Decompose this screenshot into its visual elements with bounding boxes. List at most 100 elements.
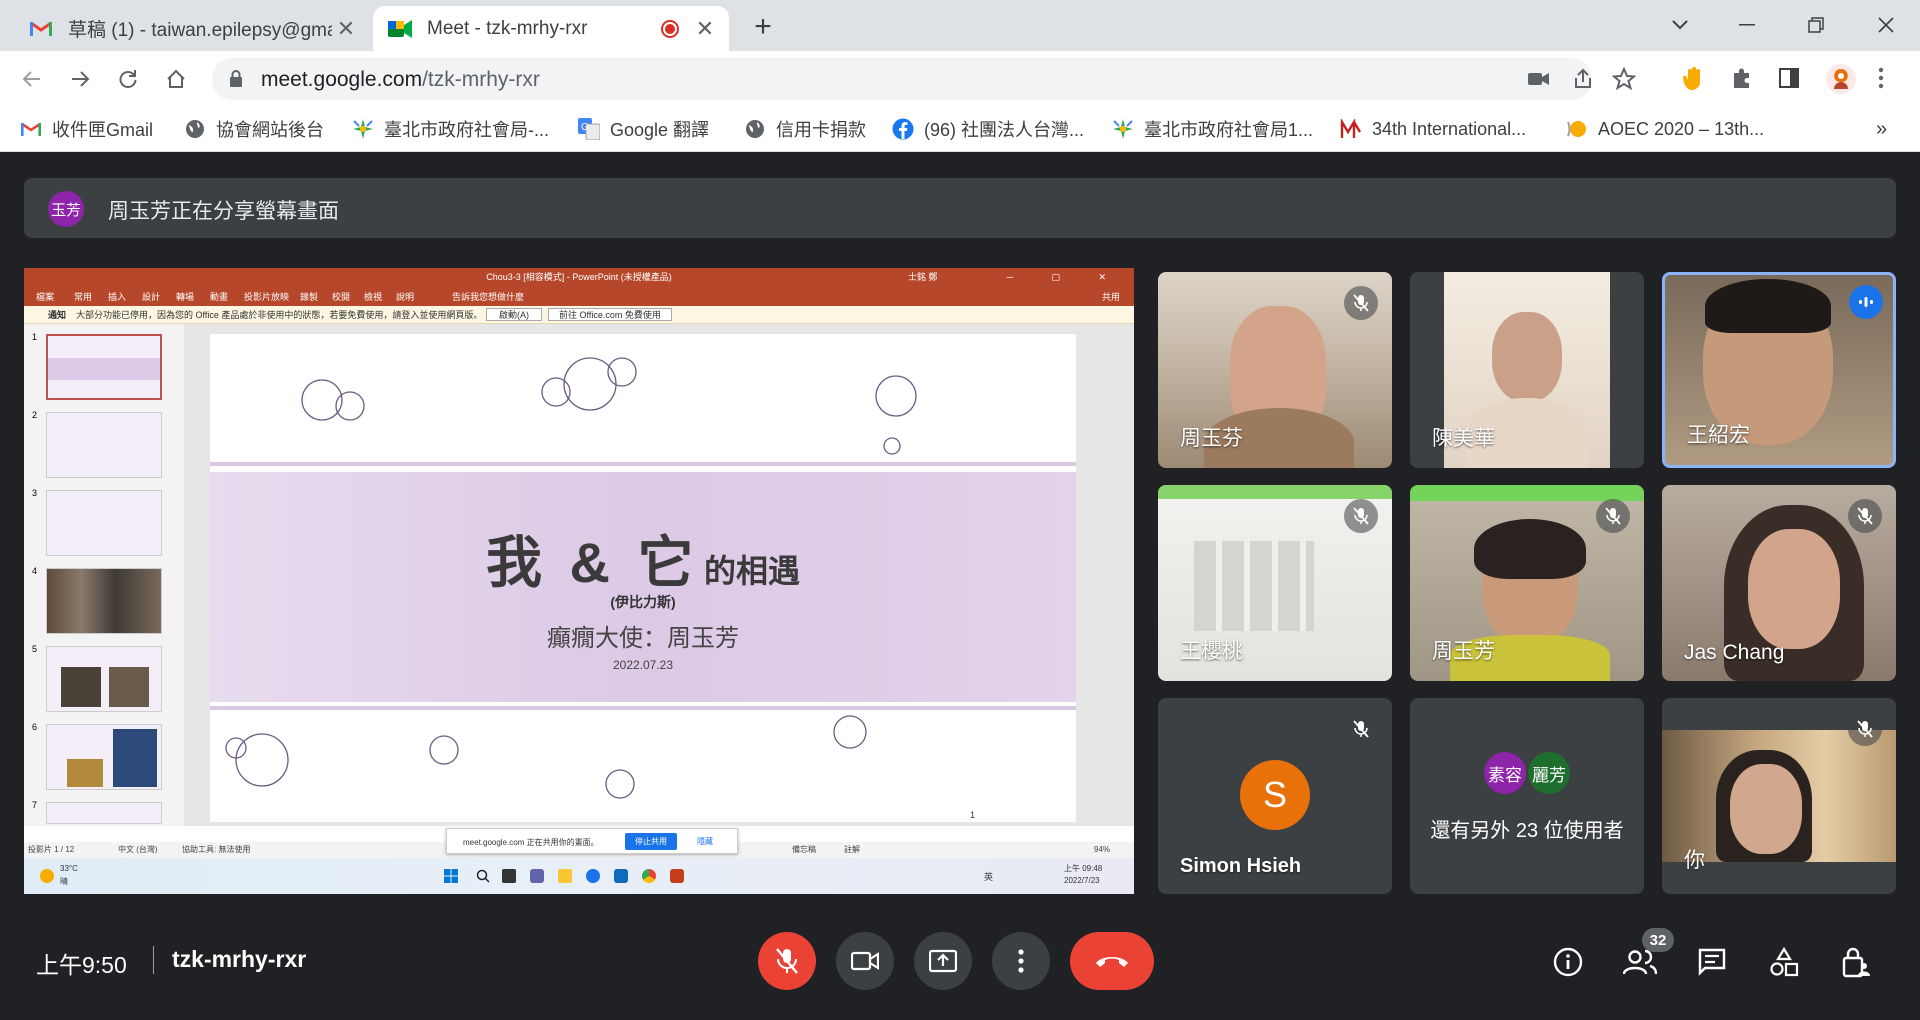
participant-tile[interactable]: S Simon Hsieh (1158, 698, 1392, 894)
presenter-banner: 玉芳 周玉芳正在分享螢幕畫面 (24, 178, 1896, 238)
m-logo-icon (1340, 118, 1362, 140)
pp-window-title: Chou3-3 [相容模式] - PowerPoint (未授權產品) (486, 272, 672, 282)
host-controls-button[interactable] (1836, 942, 1876, 982)
camera-in-use-icon[interactable] (1528, 71, 1550, 87)
side-panel-icon[interactable] (1779, 68, 1799, 88)
hand-extension-icon[interactable] (1682, 66, 1706, 92)
mic-toggle-button[interactable] (758, 932, 816, 990)
close-tab-icon[interactable]: ✕ (332, 15, 360, 43)
avatar: 素容 (1484, 752, 1526, 794)
windows-taskbar: 33°C 晴 英 上午 09:48 2022/7/23 (24, 858, 1134, 894)
camera-toggle-button[interactable] (836, 932, 894, 990)
participant-video (1194, 541, 1314, 631)
ribbon-tab: 常用 (74, 292, 93, 302)
url-text: meet.google.com/tzk-mrhy-rxr (261, 68, 540, 91)
tab-strip: 草稿 (1) - taiwan.epilepsy@gma ✕ Meet - tz… (0, 0, 1920, 51)
forward-icon[interactable] (64, 63, 96, 95)
bookmark-admin[interactable]: 協會網站後台 (184, 116, 324, 142)
bookmark-label: 臺北市政府社會局-... (384, 120, 549, 140)
slide-thumb (46, 724, 162, 790)
participant-tile[interactable]: 周玉芬 (1158, 272, 1392, 468)
slide-author: 癲癇大使：周玉芳 (547, 625, 739, 652)
extensions-icon[interactable] (1731, 67, 1753, 89)
tray-language: 英 (984, 872, 994, 882)
participant-tile[interactable]: 陳美華 (1410, 272, 1644, 468)
ribbon-tab: 檢視 (364, 292, 383, 302)
pp-titlebar: Chou3-3 [相容模式] - PowerPoint (未授權產品) 士銘 鄭… (24, 268, 1134, 286)
activities-button[interactable] (1764, 942, 1804, 982)
status-zoom: 94% (1094, 845, 1111, 854)
participant-tile[interactable]: 王紹宏 (1662, 272, 1896, 468)
participant-video (1705, 279, 1831, 333)
profile-avatar[interactable] (1826, 64, 1856, 94)
self-tile[interactable]: 你 (1662, 698, 1896, 894)
share-icon[interactable] (1572, 68, 1594, 90)
tab-gmail-draft[interactable]: 草稿 (1) - taiwan.epilepsy@gma ✕ (14, 6, 370, 51)
minimize-icon[interactable] (1727, 10, 1767, 40)
notice-office-button: 前往 Office.com 免費使用 (548, 308, 672, 321)
tab-meet[interactable]: Meet - tzk-mrhy-rxr ✕ (373, 6, 729, 51)
presenter-avatar: 玉芳 (48, 191, 84, 227)
bookmark-label: AOEC 2020 – 13th... (1598, 118, 1765, 139)
tab-search-icon[interactable] (1660, 10, 1700, 40)
address-bar[interactable]: meet.google.com/tzk-mrhy-rxr (212, 58, 1636, 100)
bookmark-aoec[interactable]: AOEC 2020 – 13th... (1566, 116, 1764, 142)
chat-button[interactable] (1692, 942, 1732, 982)
new-tab-button[interactable]: + (748, 12, 778, 42)
close-tab-icon[interactable]: ✕ (691, 15, 719, 43)
more-bookmarks-icon[interactable]: » (1876, 116, 1887, 142)
ribbon-tab: 說明 (396, 292, 415, 302)
star-icon[interactable] (1612, 67, 1636, 91)
bookmark-facebook[interactable]: (96) 社團法人台灣... (892, 116, 1084, 142)
participant-tile[interactable]: 周玉芳 (1410, 485, 1644, 681)
restore-icon[interactable] (1796, 10, 1836, 40)
stop-sharing-button: 停止共用 (625, 833, 677, 850)
lock-icon[interactable] (229, 70, 243, 88)
leave-call-button[interactable] (1070, 932, 1154, 990)
participant-tile[interactable]: 王櫻桃 (1158, 485, 1392, 681)
bookmark-label: 收件匣Gmail (52, 120, 154, 140)
back-icon[interactable] (16, 63, 48, 95)
bookmark-taipei-social[interactable]: 臺北市政府社會局-... (352, 116, 549, 142)
participant-name: 周玉芬 (1180, 427, 1243, 450)
participant-video (1158, 485, 1392, 499)
reload-icon[interactable] (112, 63, 144, 95)
pp-window-controls: ─ ▢ ✕ (1006, 272, 1124, 282)
more-options-button[interactable] (992, 932, 1050, 990)
bookmarks-bar: 收件匣Gmail 協會網站後台 臺北市政府社會局-... G Google 翻譯… (0, 106, 1920, 152)
others-tile[interactable]: 素容 麗芳 還有另外 23 位使用者 (1410, 698, 1644, 894)
hang-up-icon (1094, 953, 1130, 969)
bookmark-credit-donation[interactable]: 信用卡捐款 (744, 116, 866, 142)
shared-screen[interactable]: Chou3-3 [相容模式] - PowerPoint (未授權產品) 士銘 鄭… (24, 268, 1134, 894)
slide-title: 我 & 它 的相遇 (485, 531, 801, 594)
taipei-icon (1112, 118, 1134, 140)
home-icon[interactable] (160, 63, 192, 95)
bookmark-taipei-social-2[interactable]: 臺北市政府社會局1... (1112, 116, 1313, 142)
thumb-number: 1 (32, 332, 38, 342)
mic-off-icon (1596, 499, 1630, 533)
mic-off-icon (1848, 499, 1882, 533)
participant-tile[interactable]: Jas Chang (1662, 485, 1896, 681)
slide-subtitle: (伊比力斯) (610, 594, 676, 610)
mic-off-icon (1848, 712, 1882, 746)
facebook-icon (892, 118, 914, 140)
screen-share-bar: meet.google.com 正在共用你的畫面。 停止共用 隱藏 (446, 828, 738, 854)
chrome-menu-icon[interactable] (1878, 67, 1884, 89)
bookmark-gmail[interactable]: 收件匣Gmail (20, 116, 153, 142)
people-icon (1623, 949, 1657, 975)
bookmark-google-translate[interactable]: G Google 翻譯 (578, 116, 709, 142)
close-window-icon[interactable] (1866, 10, 1906, 40)
participant-video (1492, 312, 1562, 402)
status-accessibility: 協助工具: 無法使用 (182, 845, 251, 854)
present-screen-button[interactable] (914, 932, 972, 990)
people-button[interactable]: 32 (1620, 928, 1674, 982)
bookmark-34th-international[interactable]: 34th International... (1340, 116, 1526, 142)
speaking-indicator-icon (1849, 285, 1883, 319)
more-vert-icon (1018, 949, 1024, 973)
taskbar-app-icons (502, 869, 684, 883)
participant-name: Simon Hsieh (1180, 855, 1302, 877)
pp-user: 士銘 鄭 (908, 272, 938, 282)
meeting-details-button[interactable] (1548, 942, 1588, 982)
windows-start-icon (444, 869, 458, 883)
participant-name: Jas Chang (1684, 641, 1785, 664)
